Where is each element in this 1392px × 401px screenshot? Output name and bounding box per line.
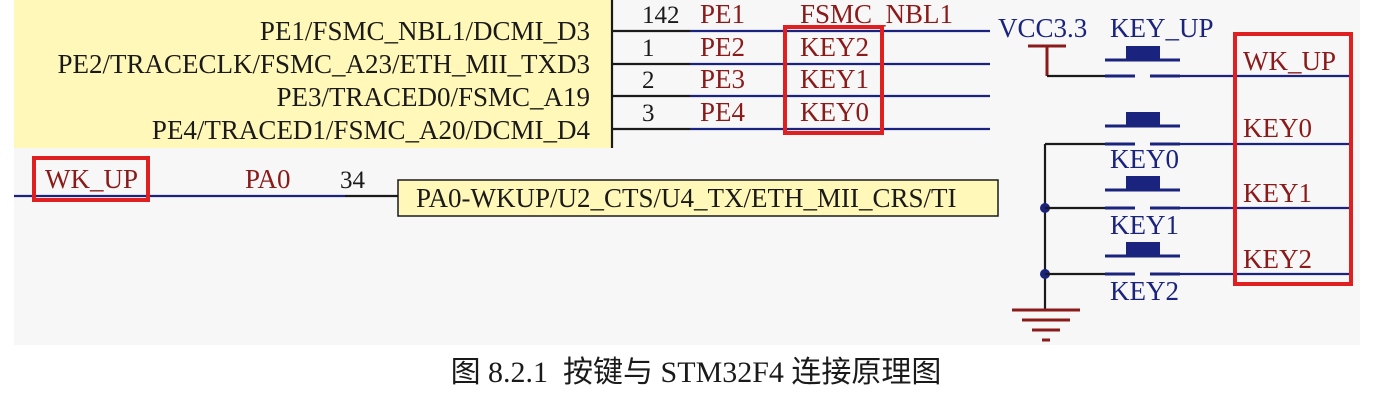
right-net-label-wk-up: WK_UP — [1243, 46, 1336, 76]
pa0-port-label: PA0 — [245, 164, 291, 194]
figure-caption: 图 8.2.1 按键与 STM32F4 连接原理图 — [450, 356, 942, 389]
net-label-1: KEY2 — [800, 32, 869, 62]
pa0-pin-name: PA0-WKUP/U2_CTS/U4_TX/ETH_MII_CRS/TI — [416, 183, 957, 213]
pin-number-3: 3 — [642, 100, 655, 127]
chip-pin-name-1: PE2/TRACECLK/FSMC_A23/ETH_MII_TXD3 — [57, 49, 590, 79]
net-label-2: KEY1 — [800, 64, 869, 94]
vcc-label: VCC3.3 — [998, 13, 1087, 43]
switch-label-key-up: KEY_UP — [1110, 13, 1214, 43]
pa0-net-label: WK_UP — [45, 164, 138, 194]
chip-pin-name-0: PE1/FSMC_NBL1/DCMI_D3 — [260, 16, 590, 46]
schematic-diagram: PE1/FSMC_NBL1/DCMI_D3 PE2/TRACECLK/FSMC_… — [14, 0, 1360, 345]
port-label-0: PE1 — [700, 0, 745, 29]
switch-label-key0: KEY0 — [1110, 144, 1179, 174]
pin-number-1: 1 — [642, 35, 655, 62]
pin-number-0: 142 — [642, 2, 680, 29]
switch-label-key2: KEY2 — [1110, 276, 1179, 306]
chip-pin-name-3: PE4/TRACED1/FSMC_A20/DCMI_D4 — [152, 115, 591, 145]
right-net-label-key1: KEY1 — [1243, 178, 1312, 208]
port-label-3: PE4 — [700, 97, 746, 127]
chip-pin-name-2: PE3/TRACED0/FSMC_A19 — [276, 82, 590, 112]
schematic-canvas: PE1/FSMC_NBL1/DCMI_D3 PE2/TRACECLK/FSMC_… — [0, 0, 1392, 401]
pin-number-2: 2 — [642, 67, 655, 94]
right-net-label-key2: KEY2 — [1243, 244, 1312, 274]
net-label-0: FSMC_NBL1 — [800, 0, 953, 29]
right-net-label-key0: KEY0 — [1243, 113, 1312, 143]
pa0-pin-number: 34 — [340, 167, 366, 194]
port-label-1: PE2 — [700, 32, 745, 62]
net-label-3: KEY0 — [800, 97, 869, 127]
switch-label-key1: KEY1 — [1110, 210, 1179, 240]
port-label-2: PE3 — [700, 64, 745, 94]
